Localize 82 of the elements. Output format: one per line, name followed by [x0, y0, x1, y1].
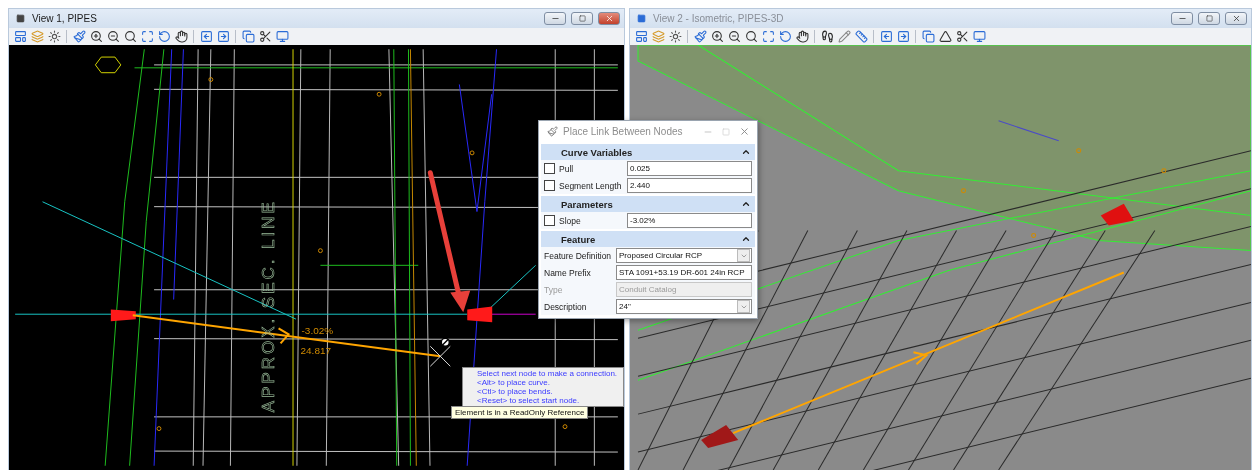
zoom-out-icon[interactable] [727, 29, 741, 44]
maximize-icon [1205, 15, 1213, 22]
copy-view-icon[interactable] [241, 29, 255, 44]
view-layout-icon[interactable] [13, 29, 27, 44]
pan-icon[interactable] [174, 29, 188, 44]
view-display-icon[interactable] [275, 29, 289, 44]
crosshair-cursor-icon [429, 345, 451, 367]
prompt-tooltip: Select next node to make a connection. <Alt> to place curve. <Ctl> to place bends. <Reset> to select start node. [462, 367, 624, 407]
fit-view-icon[interactable] [761, 29, 775, 44]
previous-view-icon[interactable] [199, 29, 213, 44]
checkbox[interactable] [544, 163, 555, 174]
walk-icon[interactable] [820, 29, 834, 44]
copy-view-icon[interactable] [921, 29, 935, 44]
fit-view-icon[interactable] [140, 29, 154, 44]
input-field: Conduit Catalog [616, 282, 752, 297]
minimize-button[interactable] [1171, 12, 1193, 25]
zoom-out-icon[interactable] [106, 29, 120, 44]
rotate-icon[interactable] [157, 29, 171, 44]
clip-icon[interactable] [955, 29, 969, 44]
dropdown-caret-icon [737, 249, 750, 262]
view-display-icon[interactable] [972, 29, 986, 44]
node-marker [701, 425, 739, 449]
checkbox[interactable] [544, 180, 555, 191]
section-header[interactable]: Curve Variables [541, 144, 755, 160]
dropdown-field[interactable]: Proposed Circular RCP [616, 248, 752, 263]
checkbox[interactable] [544, 215, 555, 226]
clip-icon[interactable] [258, 29, 272, 44]
node-marker [110, 309, 136, 322]
close-icon [738, 126, 750, 137]
input-field[interactable]: -3.02% [627, 213, 752, 228]
zoom-in-icon[interactable] [710, 29, 724, 44]
zoom-window-icon[interactable] [744, 29, 758, 44]
window-title: View 2 - Isometric, PIPES-3D [653, 13, 785, 24]
zoom-in-icon[interactable] [89, 29, 103, 44]
tool-icon [545, 124, 559, 139]
node-marker [1100, 203, 1134, 226]
section-line-label: APPROX. SEC. LINE [258, 199, 278, 413]
node-marker [467, 306, 493, 323]
next-view-icon[interactable] [216, 29, 230, 44]
brush-icon[interactable] [693, 29, 707, 44]
close-icon [604, 14, 614, 23]
view-layout-icon[interactable] [634, 29, 648, 44]
pan-icon[interactable] [795, 29, 809, 44]
collapse-chevron-icon [741, 147, 751, 157]
maximize-icon [578, 15, 586, 22]
dialog-title: Place Link Between Nodes [563, 126, 684, 137]
status-tooltip: Element is in a ReadOnly Reference [451, 406, 589, 419]
previous-view-icon[interactable] [879, 29, 893, 44]
field-label: Description [544, 301, 588, 312]
field-label: Slope [559, 215, 582, 226]
brush-icon[interactable] [72, 29, 86, 44]
maximize-button[interactable] [1198, 12, 1220, 25]
maximize-icon [722, 127, 730, 136]
dropdown-caret-icon [737, 300, 750, 313]
brightness-icon[interactable] [47, 29, 61, 44]
input-field[interactable]: STA 1091+53.19 DR-601 24in RCP [616, 265, 752, 280]
minimize-button[interactable] [544, 12, 566, 25]
brightness-icon[interactable] [668, 29, 682, 44]
zoom-window-icon[interactable] [123, 29, 137, 44]
dropdown-field[interactable]: 24" [616, 299, 752, 314]
close-icon [1231, 14, 1241, 23]
field-label: Name Prefix [544, 267, 592, 278]
next-view-icon[interactable] [896, 29, 910, 44]
window-icon [634, 11, 648, 26]
field-label: Pull [559, 163, 575, 174]
window-icon [13, 11, 27, 26]
maximize-button[interactable] [571, 12, 593, 25]
section-header[interactable]: Parameters [541, 196, 755, 212]
input-field[interactable]: 2.440 [627, 178, 752, 193]
collapse-chevron-icon [741, 199, 751, 209]
close-button[interactable] [598, 12, 620, 25]
collapse-chevron-icon [741, 234, 751, 244]
field-label: Segment Length [559, 180, 623, 191]
field-label: Type [544, 284, 564, 295]
prohibited-cursor-icon [440, 337, 451, 348]
field-label: Feature Definition [544, 250, 612, 261]
input-field[interactable]: 0.025 [627, 161, 752, 176]
close-button[interactable] [1225, 12, 1247, 25]
clip-volume-icon[interactable] [938, 29, 952, 44]
rotate-icon[interactable] [778, 29, 792, 44]
window-title: View 1, PIPES [32, 13, 98, 24]
section-header[interactable]: Feature [541, 231, 755, 247]
